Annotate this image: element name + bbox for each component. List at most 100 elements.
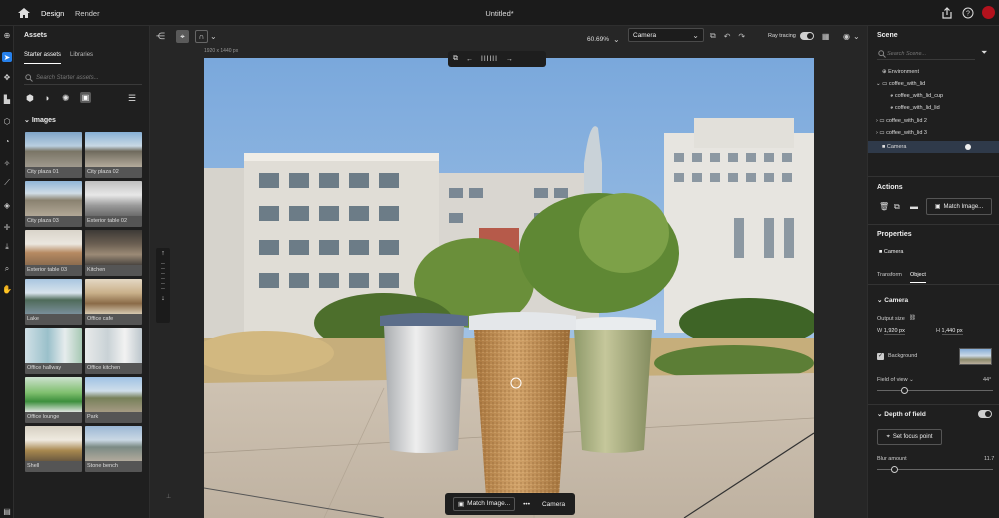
scrub-ruler-icon[interactable]: ǀǀǀǀǀǀ bbox=[481, 56, 498, 63]
chart-icon[interactable]: ▙ bbox=[2, 94, 12, 104]
asset-label: Office kitchen bbox=[87, 365, 121, 371]
fov-slider[interactable] bbox=[877, 390, 993, 391]
scene-item-mesh[interactable]: ◕ coffee_with_lid_lid bbox=[868, 102, 999, 114]
vertical-nav: ↑ – – – – – – ↓ bbox=[156, 248, 170, 323]
asset-thumb[interactable]: Shell bbox=[25, 426, 82, 472]
images-section-header[interactable]: ⌄ Images bbox=[24, 116, 56, 124]
grid-icon[interactable]: ▦ bbox=[822, 32, 830, 41]
material-icon[interactable]: ◔ bbox=[2, 136, 12, 146]
image-filter-icon[interactable]: ▣ bbox=[80, 92, 91, 103]
zoom-control[interactable]: 60.69% ⌄ bbox=[587, 29, 620, 49]
camera-tool-icon[interactable]: ⧉ bbox=[710, 31, 716, 41]
folder-icon[interactable]: ▬ bbox=[910, 202, 918, 211]
background-thumbnail[interactable] bbox=[959, 348, 992, 365]
height-field[interactable]: H 1,440 px bbox=[936, 328, 963, 335]
scene-item-camera[interactable]: ■ Camera bbox=[868, 141, 999, 153]
paint-icon[interactable]: ◈ bbox=[2, 200, 12, 210]
visibility-control[interactable]: ◉ ⌄ bbox=[843, 26, 860, 46]
asset-thumb[interactable]: Exterior table 03 bbox=[25, 230, 82, 276]
tab-transform[interactable]: Transform bbox=[877, 272, 902, 278]
select-icon[interactable]: ➤ bbox=[2, 52, 12, 62]
asset-thumb[interactable]: Office cafe bbox=[85, 279, 142, 325]
camera-frame-icon[interactable]: ⧉ bbox=[453, 55, 458, 63]
asset-thumb[interactable]: Lake bbox=[25, 279, 82, 325]
dof-toggle[interactable] bbox=[978, 410, 992, 418]
eyedropper-icon[interactable]: ⟋ bbox=[2, 178, 12, 188]
divider bbox=[868, 404, 999, 405]
h-value: 1,440 px bbox=[941, 328, 963, 335]
link-icon[interactable]: ⛓ bbox=[909, 315, 916, 321]
scene-search-input[interactable]: Search Scene... bbox=[877, 48, 975, 60]
asset-label: Office hallway bbox=[27, 365, 62, 371]
fov-slider-handle[interactable] bbox=[901, 387, 909, 394]
more-button[interactable]: ••• bbox=[523, 501, 530, 508]
tab-starter-assets[interactable]: Starter assets bbox=[24, 52, 62, 64]
light-filter-icon[interactable]: ✺ bbox=[62, 93, 73, 104]
match-image-button[interactable]: ▣ Match Image... bbox=[926, 198, 992, 215]
hand-icon[interactable]: ✋ bbox=[2, 284, 12, 294]
avatar[interactable] bbox=[982, 6, 995, 19]
asset-thumb[interactable]: Office lounge bbox=[25, 377, 82, 423]
asset-thumb[interactable]: Office hallway bbox=[25, 328, 82, 374]
dof-section-header[interactable]: ⌄ Depth of field bbox=[877, 410, 926, 418]
cube-icon[interactable]: ⬡ bbox=[2, 116, 12, 126]
material-filter-icon[interactable]: ◑ bbox=[44, 93, 55, 104]
asset-thumb[interactable]: City plaza 02 bbox=[85, 132, 142, 178]
scene-item-group[interactable]: ⌄ ▭ coffee_with_lid bbox=[868, 78, 999, 90]
frame-icon[interactable]: ⌖ bbox=[176, 29, 189, 43]
chevron-down-icon: ⌄ bbox=[24, 117, 32, 124]
arrow-left-icon[interactable]: ← bbox=[466, 56, 473, 63]
set-focus-point-button[interactable]: ⌖ Set focus point bbox=[877, 429, 942, 445]
panel-icon[interactable]: ▤ bbox=[2, 506, 12, 516]
assets-tabs: Starter assets Libraries bbox=[24, 52, 93, 64]
move-icon[interactable]: ✥ bbox=[2, 72, 12, 82]
graph-icon[interactable]: ⋲ bbox=[156, 31, 172, 42]
assets-search-input[interactable]: Search Starter assets... bbox=[24, 72, 142, 85]
add-icon[interactable]: ⊕ bbox=[2, 30, 12, 40]
tab-object[interactable]: Object bbox=[910, 272, 926, 283]
asset-thumb[interactable]: Kitchen bbox=[85, 230, 142, 276]
tool-rail: ⊕ ➤ ✥ ▙ ⬡ ◔ ✧ ⟋ ◈ ✛ ⤓ ⌕ ✋ ▤ bbox=[0, 26, 14, 518]
viewport[interactable] bbox=[204, 58, 814, 518]
asset-thumb[interactable]: Office kitchen bbox=[85, 328, 142, 374]
asset-thumb[interactable]: Park bbox=[85, 377, 142, 423]
match-image-button[interactable]: ▣ Match Image... bbox=[453, 497, 516, 511]
canvas-left-tools: ⋲ ⌖ ∩ ⌄ bbox=[156, 26, 217, 46]
camera-section-header[interactable]: ⌄ Camera bbox=[877, 296, 908, 304]
cube-filter-icon[interactable]: ⬢ bbox=[26, 93, 37, 104]
asset-thumb[interactable]: City plaza 03 bbox=[25, 181, 82, 227]
tab-libraries[interactable]: Libraries bbox=[70, 52, 93, 64]
asset-label: City plaza 02 bbox=[87, 169, 119, 175]
drop-icon[interactable]: ⤓ bbox=[2, 242, 12, 252]
scene-item-mesh[interactable]: ◕ coffee_with_lid_cup bbox=[868, 90, 999, 102]
list-view-icon[interactable]: ☰ bbox=[128, 93, 139, 104]
redo-icon[interactable]: ↷ bbox=[738, 32, 745, 41]
background-checkbox[interactable]: ✓ bbox=[877, 353, 884, 360]
width-field[interactable]: W 1,920 px bbox=[877, 328, 905, 335]
view-select[interactable]: Camera ⌄ bbox=[628, 28, 704, 42]
fov-label[interactable]: Field of view ⌄ bbox=[877, 377, 914, 383]
arrow-down-icon[interactable]: ↓ bbox=[156, 295, 170, 302]
scene-item-group[interactable]: › ▭ coffee_with_lid 3 bbox=[868, 127, 999, 139]
transform-icon[interactable]: ✛ bbox=[2, 222, 12, 232]
blur-slider-handle[interactable] bbox=[890, 466, 898, 473]
asset-thumb[interactable]: City plaza 01 bbox=[25, 132, 82, 178]
arrow-up-icon[interactable]: ↑ bbox=[156, 250, 170, 257]
asset-thumb[interactable]: Stone bench bbox=[85, 426, 142, 472]
chevron-down-icon[interactable]: ⌄ bbox=[210, 32, 217, 41]
filter-icon[interactable]: ⏷ bbox=[981, 48, 987, 58]
help-icon[interactable]: ? bbox=[962, 7, 974, 19]
duplicate-icon[interactable]: ⧉ bbox=[894, 202, 900, 212]
asset-thumb[interactable]: Exterior table 02 bbox=[85, 181, 142, 227]
zoom-icon[interactable]: ⌕ bbox=[2, 264, 12, 274]
share-icon[interactable] bbox=[941, 7, 953, 19]
magnet-icon[interactable]: ∩ bbox=[195, 29, 208, 43]
delete-icon[interactable]: 🗑 bbox=[879, 202, 889, 211]
magic-icon[interactable]: ✧ bbox=[2, 158, 12, 168]
scene-item-environment[interactable]: ⊕ Environment bbox=[868, 66, 999, 78]
arrow-right-icon[interactable]: → bbox=[506, 56, 513, 63]
undo-icon[interactable]: ↶ bbox=[724, 32, 731, 41]
ray-tracing-toggle[interactable] bbox=[799, 32, 814, 40]
vertical-scrub-icon[interactable]: – – – – – – bbox=[156, 260, 170, 292]
scene-item-group[interactable]: › ▭ coffee_with_lid 2 bbox=[868, 115, 999, 127]
